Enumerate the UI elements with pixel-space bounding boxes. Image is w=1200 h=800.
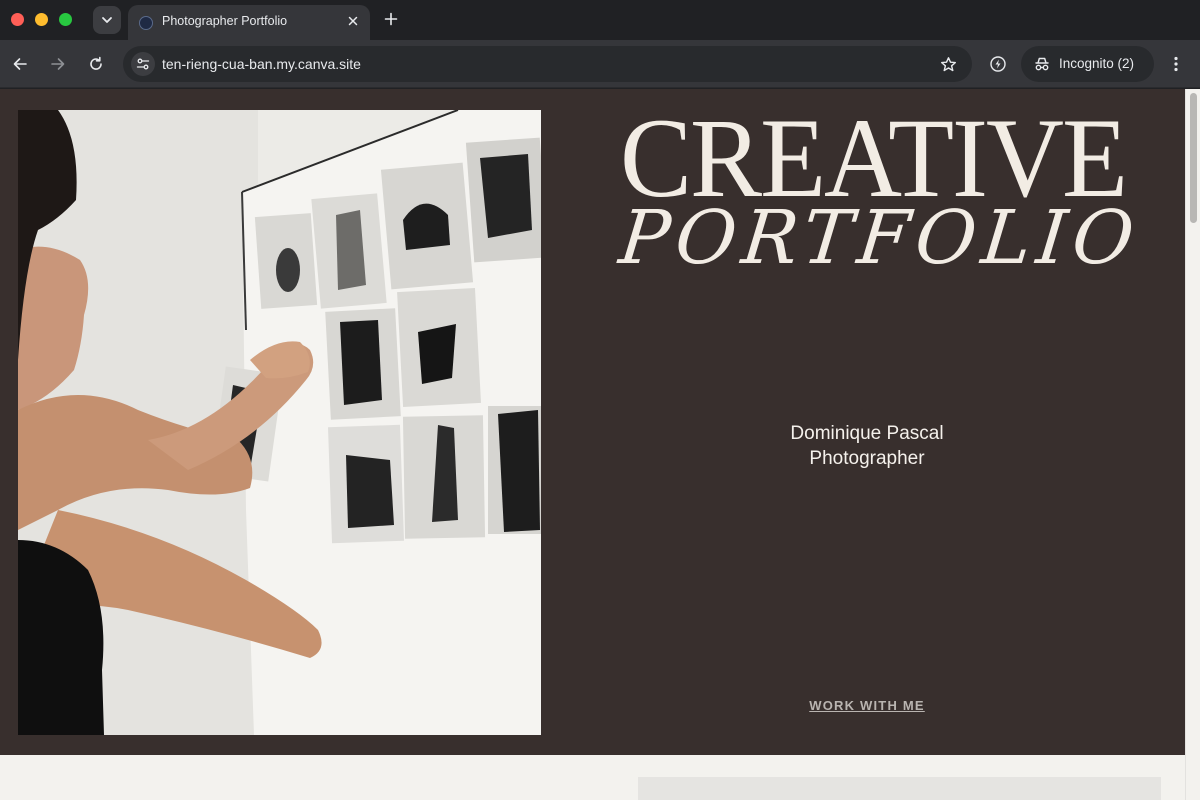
reload-icon — [90, 56, 102, 70]
arrow-right-icon — [51, 58, 65, 70]
photographer-pinning-prints-image — [18, 110, 541, 735]
chevron-down-icon — [102, 17, 112, 23]
page-scrollbar[interactable] — [1185, 89, 1200, 800]
minimize-window-button[interactable] — [35, 13, 48, 26]
tab-close-button[interactable] — [344, 12, 362, 30]
incognito-label: Incognito (2) — [1059, 56, 1135, 71]
maximize-window-button[interactable] — [59, 13, 72, 26]
hero-section: CREATIVE PORTFOLIO Dominique Pascal Phot… — [0, 89, 1185, 755]
site-settings-button[interactable] — [131, 52, 155, 76]
close-icon — [348, 16, 358, 26]
arrow-left-icon — [13, 58, 27, 70]
tune-icon — [136, 58, 150, 70]
address-bar[interactable]: ten-rieng-cua-ban.my.canva.site — [123, 46, 972, 82]
canva-favicon-icon — [139, 16, 153, 30]
work-with-me-link[interactable]: WORK WITH ME — [767, 698, 967, 713]
tab-search-button[interactable] — [93, 6, 121, 34]
page-viewport: CREATIVE PORTFOLIO Dominique Pascal Phot… — [0, 89, 1185, 800]
scrollbar-thumb[interactable] — [1190, 93, 1197, 223]
hero-title-portfolio: PORTFOLIO — [615, 195, 1144, 281]
new-tab-button[interactable] — [380, 8, 402, 30]
plus-icon — [384, 12, 398, 26]
tab-active[interactable]: Photographer Portfolio — [128, 5, 370, 40]
bolt-icon — [990, 56, 1006, 72]
reload-button[interactable] — [84, 52, 108, 76]
browser-toolbar: ten-rieng-cua-ban.my.canva.site Incognit… — [0, 40, 1200, 88]
url-text[interactable]: ten-rieng-cua-ban.my.canva.site — [162, 56, 361, 72]
next-section-image-placeholder — [638, 777, 1161, 800]
star-icon — [940, 56, 956, 71]
photographer-role: Photographer — [809, 448, 925, 469]
bookmark-button[interactable] — [938, 54, 958, 74]
extension-button[interactable] — [986, 52, 1010, 76]
incognito-icon — [1035, 57, 1049, 71]
hero-photo — [18, 110, 541, 735]
close-window-button[interactable] — [11, 13, 24, 26]
hero-subtitle: Dominique Pascal Photographer — [720, 421, 1014, 471]
incognito-badge[interactable]: Incognito (2) — [1021, 46, 1154, 82]
tab-title: Photographer Portfolio — [162, 14, 288, 28]
photographer-name: Dominique Pascal — [790, 423, 944, 444]
browser-tabstrip: Photographer Portfolio — [0, 0, 1200, 40]
forward-button[interactable] — [46, 52, 70, 76]
back-button[interactable] — [8, 52, 32, 76]
kebab-menu-icon — [1174, 56, 1178, 72]
browser-menu-button[interactable] — [1164, 52, 1188, 76]
